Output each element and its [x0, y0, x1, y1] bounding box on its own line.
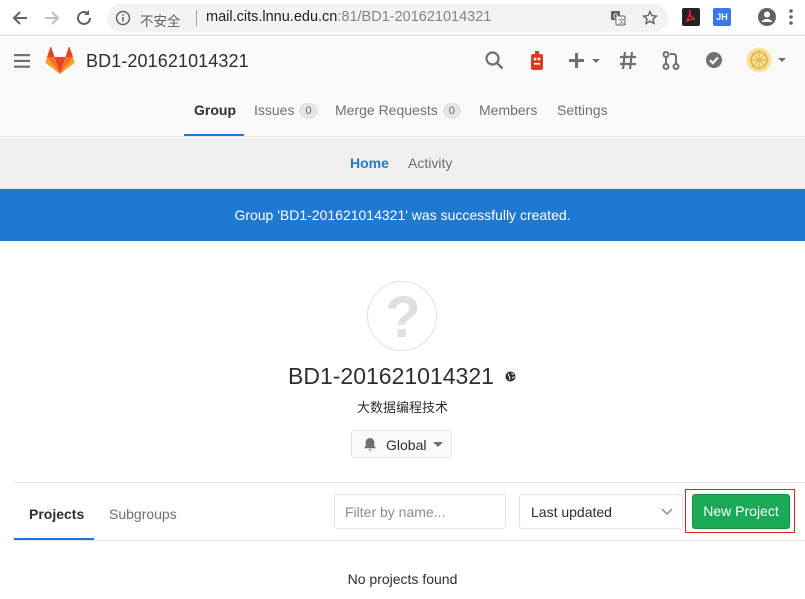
merge-request-icon[interactable] — [662, 51, 680, 70]
flash-notice: Group 'BD1-201621014321' was successfull… — [0, 189, 805, 241]
pdf-extension-icon[interactable] — [682, 8, 700, 26]
subtab-activity[interactable]: Activity — [408, 155, 452, 171]
user-avatar-icon[interactable] — [746, 47, 788, 73]
gitlab-logo-icon[interactable] — [45, 47, 75, 75]
browser-toolbar: 不安全 mail.cits.lnnu.edu.cn:81/BD1-2016210… — [0, 0, 805, 36]
reload-icon[interactable] — [73, 7, 95, 29]
filter-by-name-input[interactable] — [334, 494, 506, 529]
header-group-name[interactable]: BD1-201621014321 — [86, 51, 249, 72]
sort-dropdown[interactable]: Last updated — [519, 494, 683, 529]
info-icon[interactable] — [115, 10, 131, 26]
forward-arrow-icon[interactable] — [41, 7, 63, 29]
caret-down-icon — [433, 442, 443, 448]
insecure-label: 不安全 — [140, 14, 181, 29]
merge-requests-count-badge: 0 — [442, 103, 461, 119]
tab-group[interactable]: Group — [194, 102, 236, 118]
check-circle-icon[interactable] — [705, 51, 723, 69]
tab-settings[interactable]: Settings — [557, 102, 608, 118]
translate-icon[interactable]: G文 — [610, 10, 626, 26]
group-nav: Group Issues 0 Merge Requests 0 Members Se… — [0, 87, 805, 137]
group-description: 大数据编程技术 — [356, 400, 448, 415]
active-tab-indicator — [184, 134, 244, 136]
gitlab-header: BD1-201621014321 — [0, 37, 805, 87]
plus-icon[interactable] — [568, 51, 602, 70]
group-sub-nav: Home Activity — [0, 138, 805, 189]
hamburger-menu-icon[interactable] — [14, 54, 30, 68]
new-project-button[interactable]: New Project — [692, 494, 790, 529]
tab-members[interactable]: Members — [479, 102, 537, 118]
projects-tab-indicator — [14, 538, 94, 540]
kebab-menu-icon[interactable] — [788, 8, 794, 26]
url-text[interactable]: mail.cits.lnnu.edu.cn:81/BD1-20162101432… — [206, 9, 491, 25]
hashtag-icon[interactable] — [619, 51, 637, 70]
tab-merge-requests[interactable]: Merge Requests 0 — [335, 102, 461, 119]
notification-dropdown[interactable]: Global — [351, 430, 452, 458]
chevron-down-icon — [661, 508, 673, 516]
jh-extension-icon[interactable]: JH — [713, 8, 731, 26]
subtab-home[interactable]: Home — [350, 155, 389, 171]
tab-issues-label: Issues — [254, 102, 295, 118]
todo-robot-icon[interactable] — [528, 51, 546, 71]
tab-issues[interactable]: Issues 0 — [254, 102, 318, 119]
globe-icon — [505, 371, 516, 382]
group-avatar: ? — [367, 281, 437, 351]
issues-count-badge: 0 — [299, 103, 318, 119]
back-arrow-icon[interactable] — [9, 7, 31, 29]
tab-projects[interactable]: Projects — [29, 506, 84, 522]
empty-projects-message: No projects found — [347, 571, 458, 587]
group-title: BD1-201621014321 — [288, 363, 494, 389]
account-icon[interactable] — [757, 7, 777, 27]
address-bar[interactable]: 不安全 mail.cits.lnnu.edu.cn:81/BD1-2016210… — [107, 4, 668, 32]
sort-selected-value: Last updated — [531, 504, 612, 520]
star-icon[interactable] — [642, 10, 658, 26]
url-host: mail.cits.lnnu.edu.cn — [206, 9, 338, 25]
tab-subgroups[interactable]: Subgroups — [109, 506, 177, 522]
bell-icon — [363, 437, 377, 452]
url-path: :81/BD1-201621014321 — [337, 9, 492, 25]
notification-level: Global — [386, 437, 427, 453]
svg-text:文: 文 — [618, 17, 625, 26]
tab-merge-requests-label: Merge Requests — [335, 102, 438, 118]
avatar-question-glyph: ? — [385, 285, 420, 350]
search-icon[interactable] — [485, 51, 504, 70]
separator — [196, 10, 197, 26]
